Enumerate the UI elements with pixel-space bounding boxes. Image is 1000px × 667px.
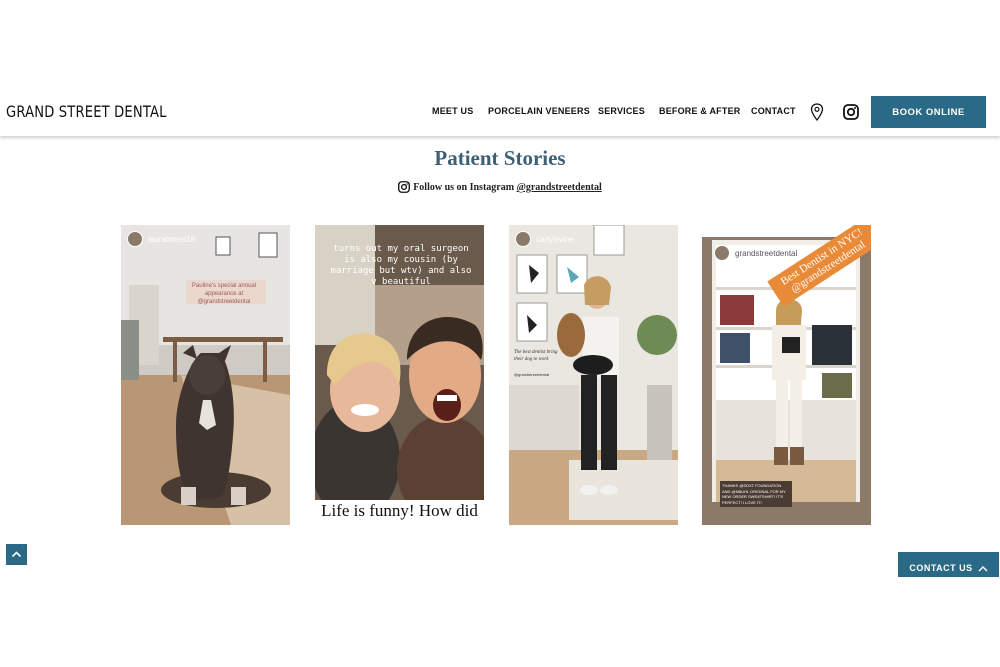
avatar (714, 245, 730, 261)
location-pin-icon[interactable] (810, 103, 824, 121)
story-card-3[interactable]: carlylevine The best dentist bring their… (509, 225, 678, 525)
story-card-4[interactable]: grandstreetdental Best Dentist in NYC! @… (702, 225, 871, 525)
story-handle-text: grandstreetdental (735, 248, 798, 258)
avatar (127, 231, 143, 247)
story-handle-text: carlylevine (536, 234, 574, 244)
story-top-text: turns out my oral surgeon is also my cou… (330, 244, 472, 287)
scroll-to-top-button[interactable] (6, 544, 27, 565)
story-handle: grandstreetdental (714, 245, 797, 261)
story-caption: Pauline's special annual appearance at @… (191, 283, 257, 305)
story-caption: THANKS @SDXT FOUNDATION AND @NBUHL ORIGI… (720, 481, 792, 507)
follow-text: Follow us on Instagram (413, 182, 517, 193)
book-online-button[interactable]: BOOK ONLINE (871, 96, 986, 128)
nav-porcelain-veneers[interactable]: PORCELAIN VENEERS (488, 106, 590, 116)
chevron-up-icon (11, 551, 22, 558)
nav-meet-us[interactable]: MEET US (432, 106, 473, 116)
nav-contact[interactable]: CONTACT (751, 106, 796, 116)
story-photo-dog (121, 225, 290, 525)
chevron-up-icon (978, 566, 988, 572)
page-title: Patient Stories (434, 146, 566, 170)
nav-services[interactable]: SERVICES (598, 106, 645, 116)
story-side-tag: @grandstreetdental (514, 372, 550, 377)
contact-us-label: CONTACT US (909, 563, 973, 573)
story-bottom-text: Life is funny! How did (321, 501, 478, 520)
instagram-icon (398, 181, 411, 193)
story-handle-text: lauratorres18 (148, 234, 196, 244)
site-header: GRAND STREET DENTAL MEET US PORCELAIN VE… (0, 94, 1000, 136)
avatar (515, 231, 531, 247)
story-handle: lauratorres18 (127, 231, 195, 247)
contact-us-button[interactable]: CONTACT US (898, 552, 999, 577)
instagram-handle-link[interactable]: @grandstreetdental (517, 182, 602, 193)
story-card-1[interactable]: lauratorres18 Pauline's special annual a… (121, 225, 290, 525)
nav-before-after[interactable]: BEFORE & AFTER (659, 106, 740, 116)
story-card-2[interactable]: turns out my oral surgeon is also my cou… (315, 225, 484, 525)
site-logo[interactable]: GRAND STREET DENTAL (6, 102, 167, 121)
instagram-follow-line: Follow us on Instagram @grandstreetdenta… (0, 181, 1000, 193)
story-side-note: The best dentist bring their dog to work (514, 350, 558, 362)
story-handle: carlylevine (515, 231, 574, 247)
instagram-icon[interactable] (843, 104, 859, 120)
